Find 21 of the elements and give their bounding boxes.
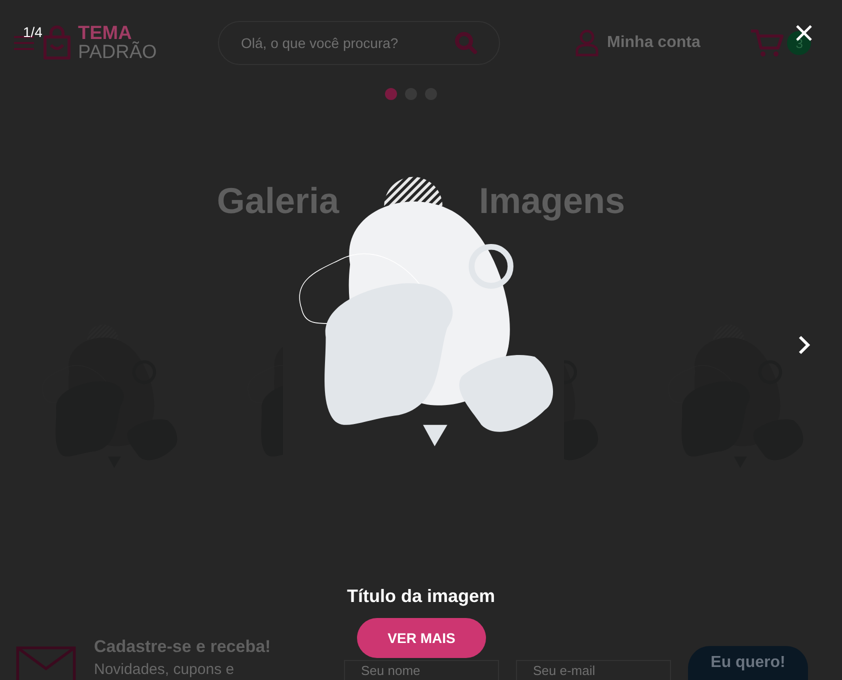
cart-icon[interactable]: [750, 28, 784, 58]
name-field[interactable]: Seu nome: [344, 660, 499, 680]
chevron-right-icon[interactable]: [796, 334, 812, 356]
subscribe-button[interactable]: Eu quero!: [688, 646, 808, 680]
newsletter-title: Cadastre-se e receba!: [94, 637, 272, 657]
image-caption: Título da imagem: [346, 586, 496, 607]
newsletter-text: Novidades, cupons e: [94, 661, 236, 678]
logo-text: TEMA: [78, 24, 132, 43]
account-link[interactable]: Minha conta: [607, 34, 700, 52]
shopping-bag-icon: [42, 25, 72, 61]
user-icon[interactable]: [575, 29, 599, 57]
logo-text: PADRÃO: [78, 43, 158, 62]
gallery-heading: Imagens: [479, 180, 626, 222]
see-more-button[interactable]: VER MAIS: [357, 618, 486, 658]
email-field[interactable]: Seu e-mail: [516, 660, 671, 680]
search-field[interactable]: Olá, o que você procura?: [218, 21, 500, 65]
image-counter: 1/4: [23, 24, 42, 40]
gallery-heading: Galeria: [216, 180, 340, 222]
envelope-icon: [14, 646, 78, 680]
search-icon[interactable]: [454, 31, 478, 55]
carousel-dot[interactable]: [385, 88, 397, 100]
